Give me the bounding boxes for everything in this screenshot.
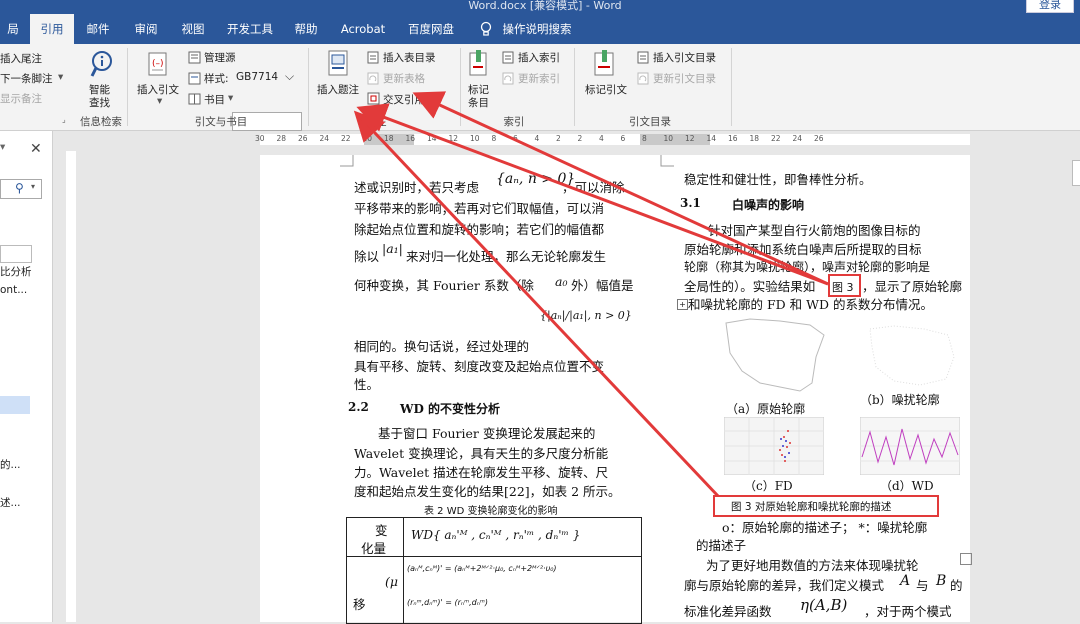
- arrow-reference-to-cross-reference: [412, 91, 829, 286]
- arrow-reference-to-insert-caption: [356, 103, 829, 286]
- annotation-arrows: [353, 91, 829, 498]
